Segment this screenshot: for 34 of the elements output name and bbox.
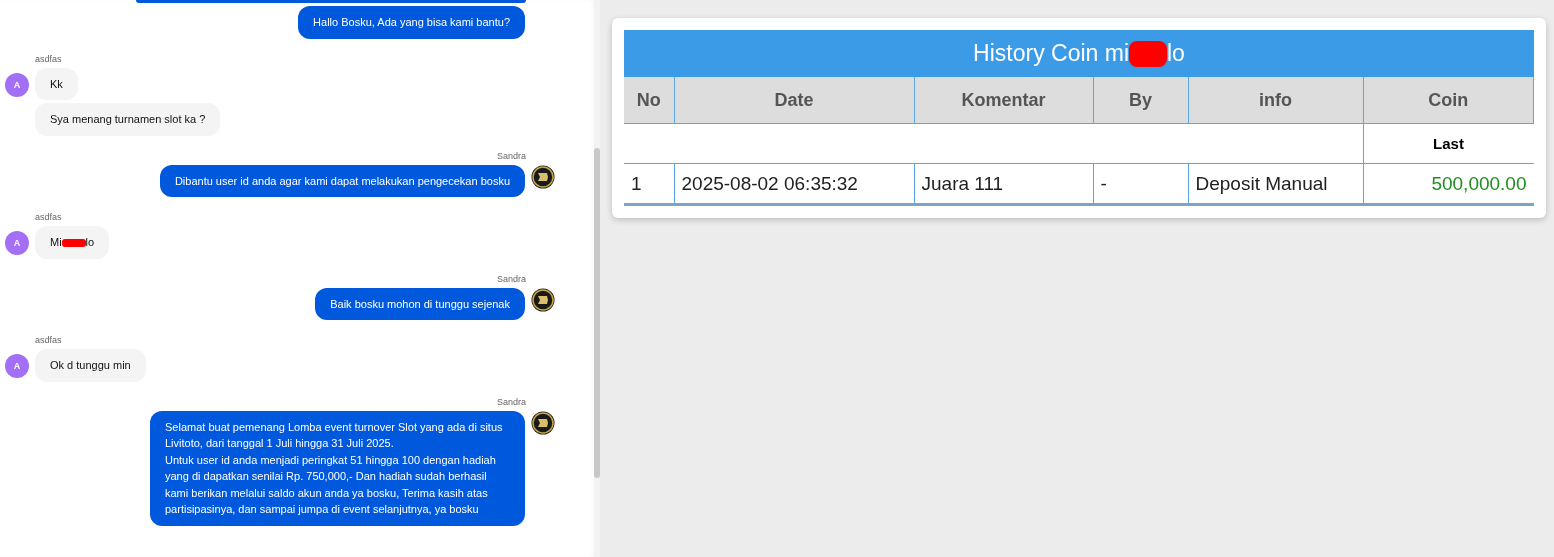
sender-name: Sandra — [496, 272, 526, 285]
column-header: Date — [674, 77, 914, 124]
sender-name: Sandra — [496, 395, 526, 408]
avatar: A — [5, 72, 29, 97]
table-cell: - — [1093, 163, 1188, 205]
column-header: info — [1188, 77, 1363, 124]
redaction-mark — [1129, 40, 1167, 67]
sender-name: Sandra — [496, 149, 526, 162]
message-bubble: Kk — [35, 67, 78, 100]
table-cell: 1 — [624, 163, 674, 205]
column-header: Komentar — [914, 77, 1093, 124]
message-bubble: Ok d tunggu min — [35, 349, 146, 382]
message-bubble: Sya menang turnamen slot ka ? — [35, 103, 221, 136]
table-title-bar: History Coin mi lo — [624, 30, 1534, 77]
table-cell: 500,000.00 — [1363, 163, 1534, 205]
redaction-mark — [61, 239, 86, 248]
avatar: A — [5, 354, 29, 378]
column-header: Coin — [1363, 77, 1534, 124]
avatar: A — [5, 231, 29, 255]
column-header: By — [1093, 77, 1188, 124]
column-subheader: Last — [1363, 123, 1534, 164]
scrollbar[interactable] — [594, 0, 600, 557]
message-bubble: Hallo Bosku, Ada yang bisa kami bantu? — [298, 6, 525, 39]
sender-name: asdfas — [35, 334, 62, 346]
message-bubble: Selamat buat pemenang Lomba event turnover Slot yang ada di situs Livitoto, dari tanggal 1 Juli hingga 31 Juli 2025. Untuk user id anda menjadi peringkat 51 hingga 100 dengan hadiah yang di dapatkan senilai Rp. 750,000,- Dan hadiah sudah berhasil kami berikan melalui saldo akun anda ya bosku, Terima kasih atas partisipasinya, dan sampai jumpa di event selanjutnya, ya bosku — [150, 410, 525, 526]
sender-name: asdfas — [35, 211, 62, 223]
message-bubble: Mi lo — [35, 226, 110, 259]
message-bubble: Baik bosku mohon di tunggu sejenak — [315, 287, 525, 320]
sender-name: asdfas — [35, 52, 62, 65]
table-cell: 2025-08-02 06:35:32 — [674, 163, 914, 205]
table-cell: Deposit Manual — [1188, 163, 1363, 205]
message-bubble: Dibantu user id anda agar kami dapat melakukan pengecekan bosku — [159, 164, 525, 197]
table-cell: Juara 111 — [914, 163, 1093, 205]
column-header: No — [624, 77, 674, 124]
